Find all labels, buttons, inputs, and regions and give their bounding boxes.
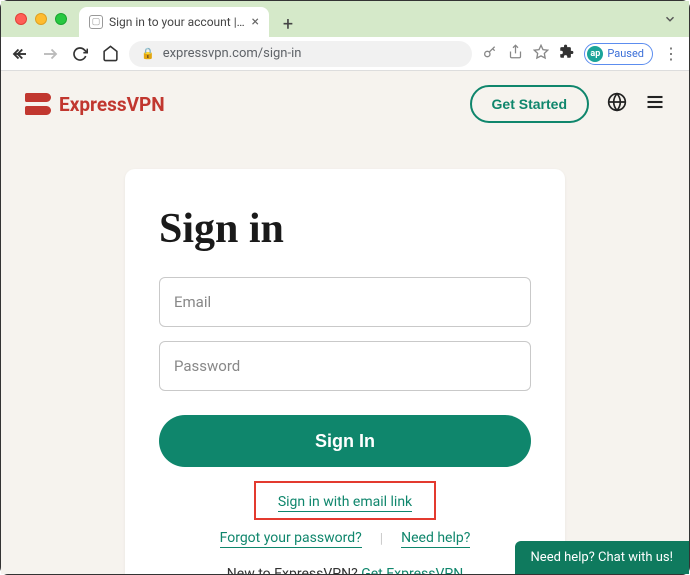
hamburger-menu-icon[interactable]	[645, 92, 665, 117]
extensions-icon[interactable]	[559, 44, 574, 63]
signin-button[interactable]: Sign In	[159, 415, 531, 467]
tab-bar: ▢ Sign in to your account | Expre… × +	[79, 1, 301, 37]
avatar-icon: ap	[587, 46, 603, 62]
star-icon[interactable]	[533, 44, 549, 64]
home-button[interactable]	[101, 45, 119, 63]
signin-card: Sign in Email Password Sign In Sign in w…	[125, 169, 565, 574]
new-tab-button[interactable]: +	[275, 11, 301, 37]
kebab-menu-icon[interactable]: ⋮	[663, 44, 679, 63]
divider-pipe: |	[380, 531, 383, 547]
forgot-password-link[interactable]: Forgot your password?	[220, 530, 362, 548]
password-field[interactable]: Password	[159, 341, 531, 391]
tab-title: Sign in to your account | Expre…	[109, 15, 246, 29]
window-controls[interactable]	[15, 13, 67, 25]
signin-email-link[interactable]: Sign in with email link	[278, 494, 412, 512]
page-content: ExpressVPN Get Started Sign in Email Pas…	[1, 71, 689, 574]
brand-logo-link[interactable]: ExpressVPN	[25, 93, 165, 116]
highlighted-link-box: Sign in with email link	[254, 481, 436, 520]
url-text: expressvpn.com/sign-in	[163, 46, 302, 61]
close-window-icon[interactable]	[15, 13, 27, 25]
minimize-window-icon[interactable]	[35, 13, 47, 25]
browser-toolbar: 🔒 expressvpn.com/sign-in ap Paused ⋮	[1, 37, 689, 71]
site-header: ExpressVPN Get Started	[1, 71, 689, 137]
password-placeholder: Password	[174, 357, 240, 375]
language-globe-icon[interactable]	[607, 92, 627, 117]
need-help-link[interactable]: Need help?	[401, 530, 470, 548]
get-started-button[interactable]: Get Started	[470, 85, 589, 123]
reload-button[interactable]	[71, 45, 89, 63]
address-bar[interactable]: 🔒 expressvpn.com/sign-in	[129, 41, 472, 67]
forward-button[interactable]	[41, 45, 59, 63]
chat-widget-button[interactable]: Need help? Chat with us!	[515, 541, 689, 574]
browser-titlebar: ▢ Sign in to your account | Expre… × +	[1, 1, 689, 37]
paused-label: Paused	[607, 47, 644, 60]
tabs-dropdown-icon[interactable]	[663, 11, 677, 30]
share-icon[interactable]	[508, 44, 523, 63]
profile-paused-badge[interactable]: ap Paused	[584, 43, 653, 65]
signin-title: Sign in	[159, 205, 531, 253]
tab-favicon-icon: ▢	[89, 15, 103, 29]
maximize-window-icon[interactable]	[55, 13, 67, 25]
back-button[interactable]	[11, 45, 29, 63]
email-placeholder: Email	[174, 293, 211, 311]
key-icon[interactable]	[482, 44, 498, 64]
tab-close-icon[interactable]: ×	[252, 14, 259, 30]
email-field[interactable]: Email	[159, 277, 531, 327]
lock-icon: 🔒	[141, 47, 155, 60]
expressvpn-logo-icon	[25, 93, 51, 115]
brand-name: ExpressVPN	[59, 93, 165, 116]
new-to-text: New to ExpressVPN?	[227, 566, 358, 574]
browser-tab-active[interactable]: ▢ Sign in to your account | Expre… ×	[79, 7, 269, 37]
get-expressvpn-link[interactable]: Get ExpressVPN	[361, 566, 463, 574]
